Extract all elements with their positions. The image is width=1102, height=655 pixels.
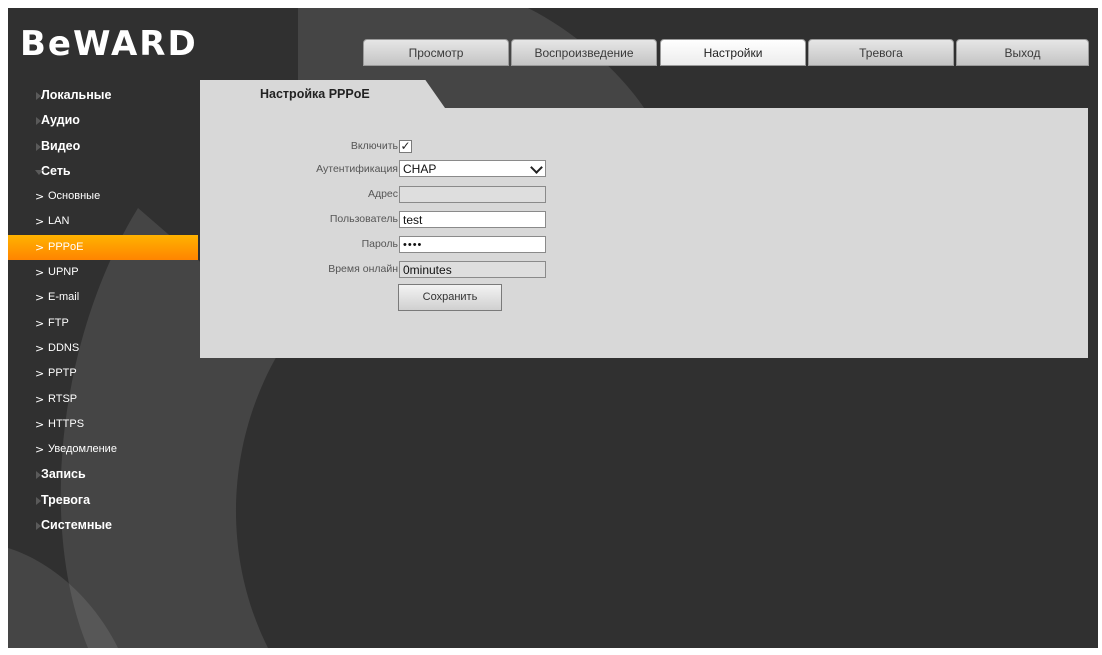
sidebar: Локальные Аудио Видео Сеть > Основные > LA… (8, 83, 198, 538)
chevron-right-icon: > (35, 443, 45, 457)
triangle-right-icon (36, 496, 41, 505)
chevron-right-icon: > (35, 316, 45, 330)
sidebar-item-record[interactable]: Запись (8, 462, 198, 487)
sidebar-item-lan[interactable]: > LAN (8, 209, 198, 234)
check-icon: ✓ (400, 139, 411, 153)
sidebar-item-ddns[interactable]: > DDNS (8, 336, 198, 361)
online-time-row: Время онлайн (200, 260, 398, 278)
sidebar-item-pppoe[interactable]: > PPPoE (8, 234, 198, 261)
chevron-right-icon: > (35, 215, 45, 229)
user-row: Пользователь (200, 210, 398, 228)
pppoe-settings-panel: Включить ✓ Аутентификация CHAP Адрес Пол… (200, 108, 1088, 358)
address-row: Адрес (200, 185, 398, 203)
triangle-down-icon (35, 169, 43, 175)
sidebar-item-label: PPTP (48, 367, 77, 380)
chevron-down-icon (530, 161, 543, 174)
sidebar-item-audio[interactable]: Аудио (8, 108, 198, 133)
auth-label: Аутентификация (316, 163, 398, 175)
sidebar-item-label: Аудио (41, 113, 80, 128)
triangle-right-icon (36, 92, 41, 100)
triangle-right-icon (36, 142, 41, 151)
panel-title: Настройка PPPoE (260, 87, 370, 101)
sidebar-item-label: E-mail (48, 291, 80, 304)
tab-playback[interactable]: Воспроизведение (511, 39, 657, 66)
sidebar-item-https[interactable]: > HTTPS (8, 412, 198, 437)
chevron-right-icon: > (35, 417, 45, 431)
sidebar-item-label: UPNP (48, 266, 79, 279)
online-time-field: 0minutes (399, 261, 546, 278)
sidebar-item-notification[interactable]: > Уведомление (8, 437, 198, 462)
sidebar-item-alarm[interactable]: Тревога (8, 488, 198, 513)
sidebar-item-upnp[interactable]: > UPNP (8, 260, 198, 285)
save-button[interactable]: Сохранить (398, 284, 502, 311)
auth-row: Аутентификация (200, 160, 398, 178)
user-label: Пользователь (329, 213, 398, 225)
sidebar-item-rtsp[interactable]: > RTSP (8, 387, 198, 412)
chevron-right-icon: > (35, 240, 45, 254)
triangle-right-icon (36, 522, 41, 531)
enable-label: Включить (350, 140, 398, 152)
auth-select-value: CHAP (403, 162, 437, 176)
address-field[interactable] (399, 186, 546, 203)
enable-checkbox[interactable]: ✓ (399, 140, 412, 153)
sidebar-item-label: Запись (41, 467, 86, 482)
sidebar-item-local[interactable]: Локальные (8, 83, 198, 108)
online-time-label: Время онлайн (328, 263, 398, 275)
tab-settings[interactable]: Настройки (660, 39, 806, 66)
chevron-right-icon: > (35, 190, 45, 204)
enable-row: Включить (200, 137, 398, 155)
app-window: BeWARD Просмотр Воспроизведение Настройк… (8, 8, 1098, 648)
sidebar-item-label: Сеть (41, 163, 71, 178)
address-label: Адрес (367, 188, 398, 200)
sidebar-item-network[interactable]: Сеть (8, 159, 198, 184)
chevron-right-icon: > (35, 392, 45, 406)
panel-tab: Настройка PPPoE (200, 80, 445, 108)
sidebar-item-ftp[interactable]: > FTP (8, 311, 198, 336)
sidebar-item-label: FTP (48, 316, 69, 329)
auth-select[interactable]: CHAP (399, 160, 546, 177)
sidebar-item-label: RTSP (48, 392, 78, 405)
sidebar-item-label: DDNS (48, 341, 80, 354)
sidebar-item-label: Уведомление (48, 443, 117, 456)
sidebar-item-label: Основные (48, 190, 101, 203)
sidebar-item-basic[interactable]: > Основные (8, 184, 198, 209)
sidebar-item-label: LAN (48, 215, 70, 228)
sidebar-item-label: PPPoE (48, 240, 84, 253)
triangle-right-icon (36, 471, 41, 480)
sidebar-item-pptp[interactable]: > PPTP (8, 361, 198, 386)
sidebar-item-system[interactable]: Системные (8, 513, 198, 538)
sidebar-item-label: HTTPS (48, 417, 85, 430)
sidebar-item-label: Локальные (41, 88, 112, 102)
password-field[interactable]: •••• (399, 236, 546, 253)
sidebar-item-label: Видео (41, 138, 81, 153)
sidebar-item-video[interactable]: Видео (8, 134, 198, 159)
tab-alarm[interactable]: Тревога (808, 39, 954, 66)
chevron-right-icon: > (35, 367, 45, 381)
tab-exit[interactable]: Выход (956, 39, 1089, 66)
triangle-right-icon (36, 117, 41, 126)
sidebar-item-label: Системные (41, 518, 112, 533)
chevron-right-icon: > (35, 291, 45, 305)
user-field[interactable]: test (399, 211, 546, 228)
password-label: Пароль (361, 238, 398, 250)
sidebar-item-email[interactable]: > E-mail (8, 285, 198, 310)
brand-logo: BeWARD (20, 24, 198, 64)
password-row: Пароль (200, 235, 398, 253)
sidebar-item-label: Тревога (41, 492, 91, 507)
chevron-right-icon: > (35, 266, 45, 280)
chevron-right-icon: > (35, 341, 45, 355)
tab-view[interactable]: Просмотр (363, 39, 509, 66)
